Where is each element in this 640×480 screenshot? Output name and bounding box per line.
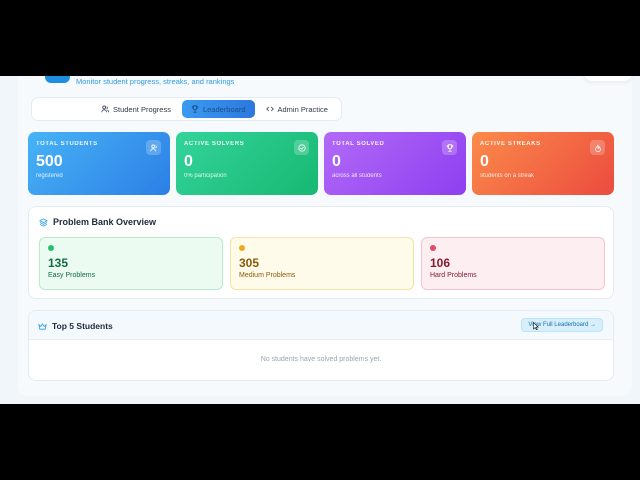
app-viewport: Monitor student progress, streaks, and r…	[0, 76, 640, 404]
difficulty-card-medium: 305 Medium Problems	[230, 237, 414, 290]
stat-subtext: 0% participation	[184, 173, 227, 179]
stat-card-active-solvers: ACTIVE SOLVERS 0 0% participation	[176, 132, 318, 195]
stat-subtext: students on a streak	[480, 173, 535, 179]
header-logo-icon	[45, 76, 70, 83]
letterbox-bottom	[0, 404, 640, 480]
tab-student-progress[interactable]: Student Progress	[92, 100, 180, 118]
tab-label: Admin Practice	[277, 104, 328, 114]
flame-icon	[590, 140, 605, 155]
tab-leaderboard[interactable]: Leaderboard	[181, 100, 255, 118]
medium-dot-icon	[239, 245, 245, 251]
layers-icon	[39, 217, 48, 227]
stat-label: TOTAL STUDENTS	[36, 141, 98, 147]
crown-icon	[38, 322, 47, 330]
tab-admin-practice[interactable]: Admin Practice	[257, 100, 337, 118]
difficulty-count: 305	[239, 256, 260, 270]
tab-label: Student Progress	[113, 104, 171, 114]
difficulty-label: Medium Problems	[239, 272, 296, 279]
check-circle-icon	[294, 140, 309, 155]
page-subtitle: Monitor student progress, streaks, and r…	[76, 77, 235, 86]
stat-value: 500	[36, 153, 63, 170]
tab-label: Leaderboard	[202, 104, 246, 114]
trophy-icon	[442, 140, 457, 155]
stat-label: ACTIVE SOLVERS	[184, 141, 245, 147]
stat-label: TOTAL SOLVED	[332, 141, 385, 147]
tab-bar: Student Progress Leaderboard Admin Pract…	[31, 97, 342, 121]
stat-card-active-streaks: ACTIVE STREAKS 0 students on a streak	[472, 132, 614, 195]
hard-dot-icon	[430, 245, 436, 251]
difficulty-label: Easy Problems	[48, 272, 96, 279]
stat-card-total-solved: TOTAL SOLVED 0 across all students	[324, 132, 466, 195]
trophy-icon	[191, 105, 199, 113]
users-icon	[146, 140, 161, 155]
difficulty-card-hard: 106 Hard Problems	[421, 237, 605, 290]
users-icon	[101, 105, 109, 113]
top-students-card: Top 5 Students View Full Leaderboard → N…	[28, 310, 614, 381]
problem-bank-card: Problem Bank Overview 135 Easy Problems …	[28, 206, 614, 299]
stat-subtext: across all students	[332, 173, 382, 179]
stat-label: ACTIVE STREAKS	[480, 141, 541, 147]
top-students-header: Top 5 Students View Full Leaderboard →	[29, 311, 613, 340]
code-icon	[265, 106, 274, 112]
empty-state-text: No students have solved problems yet.	[260, 356, 382, 363]
stat-value: 0	[184, 153, 193, 170]
difficulty-card-easy: 135 Easy Problems	[39, 237, 223, 290]
header-action-button[interactable]	[584, 76, 632, 81]
mouse-pointer-icon	[533, 322, 539, 330]
stat-value: 0	[480, 153, 489, 170]
section-title: Top 5 Students	[38, 321, 113, 331]
top-students-title: Top 5 Students	[52, 321, 113, 331]
section-title: Problem Bank Overview	[39, 217, 156, 227]
stat-card-total-students: TOTAL STUDENTS 500 registered	[28, 132, 170, 195]
stat-subtext: registered	[36, 173, 63, 179]
letterbox-top	[0, 0, 640, 76]
problem-bank-title: Problem Bank Overview	[53, 217, 157, 227]
easy-dot-icon	[48, 245, 54, 251]
stat-value: 0	[332, 153, 341, 170]
difficulty-count: 135	[48, 256, 69, 270]
difficulty-count: 106	[430, 256, 451, 270]
difficulty-label: Hard Problems	[430, 272, 477, 279]
